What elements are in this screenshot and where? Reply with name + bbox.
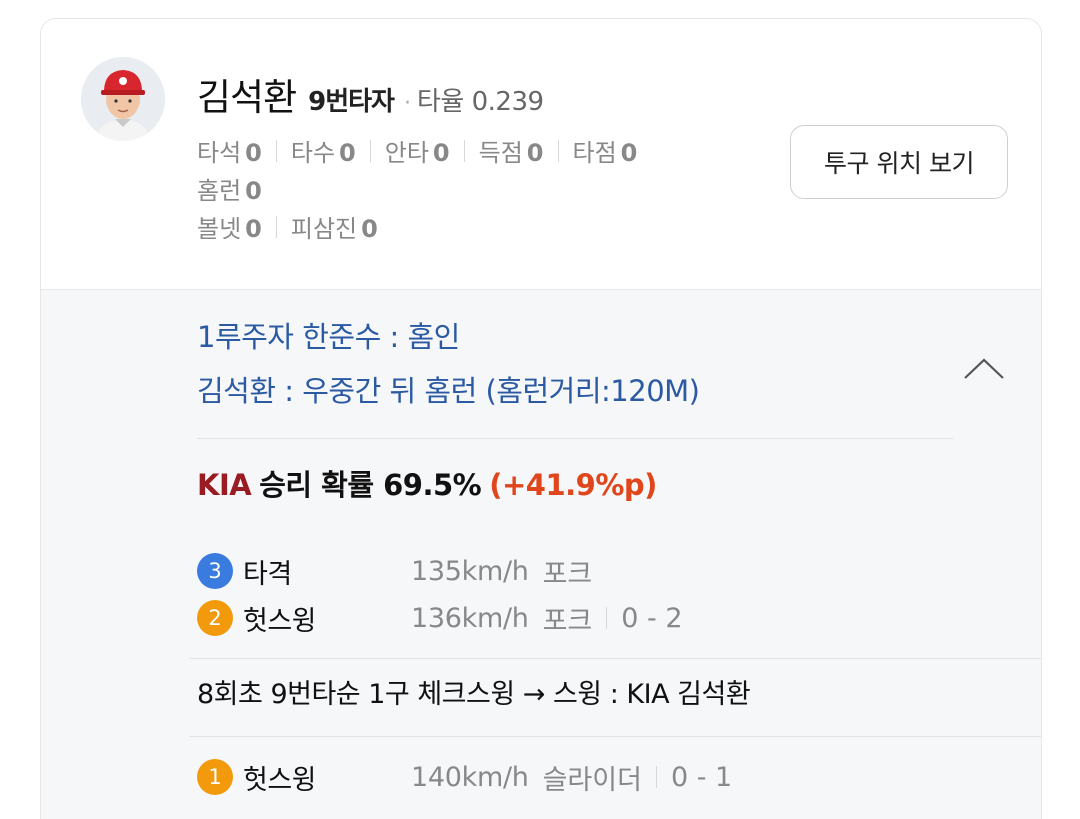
player-card: 김석환 9번타자 · 타율 0.239 타석 0 타수 0 안타 0 득점 0 타점 0 … <box>40 18 1042 819</box>
pitch-location-button[interactable]: 투구 위치 보기 <box>790 125 1008 199</box>
summary-divider <box>197 438 953 439</box>
stat-runs: 득점 0 <box>478 139 544 167</box>
event-divider-top <box>189 658 1041 659</box>
player-header: 김석환 9번타자 · 타율 0.239 타석 0 타수 0 안타 0 득점 0 타점 0 … <box>41 19 1041 289</box>
batting-order: 9번타자 <box>308 87 395 117</box>
play-detail-panel: 1루주자 한준수 : 홈인 김석환 : 우중간 뒤 홈런 (홈런거리:120M)… <box>41 289 1041 819</box>
avg-label: 타율 <box>416 87 464 117</box>
stat-divider <box>369 139 371 162</box>
win-probability: KIA 승리 확률 69.5% (+41.9%p) <box>197 462 657 504</box>
pitch-type: 슬라이더 <box>542 764 642 796</box>
stat-divider <box>275 215 277 238</box>
summary-line-batter: 김석환 : 우중간 뒤 홈런 (홈런거리:120M) <box>197 374 700 408</box>
game-event-text: 8회초 9번타순 1구 체크스윙 → 스윙 : KIA 김석환 <box>197 679 751 710</box>
stat-home-runs: 홈런 0 <box>197 177 262 205</box>
collapse-chevron-up-icon[interactable] <box>959 348 1009 388</box>
separator-dot: · <box>403 91 411 116</box>
pitch-count: 0 - 2 <box>621 602 683 634</box>
pitch-speed: 136km/h <box>411 602 529 634</box>
event-divider-bottom <box>189 736 1041 737</box>
stat-divider <box>557 139 559 162</box>
pitch-type: 포크 <box>542 558 593 590</box>
stat-hits: 안타 0 <box>384 139 450 167</box>
stat-divider <box>275 139 277 162</box>
pitch-result: 헛스윙 <box>243 764 317 796</box>
win-prob-team: KIA <box>197 468 252 502</box>
player-name-line: 김석환 9번타자 · 타율 0.239 <box>197 67 544 121</box>
pitch-count: 0 - 1 <box>670 761 733 793</box>
batting-average: 타율 0.239 <box>417 81 544 118</box>
stats-row-3: 볼넷 0 피삼진 0 <box>197 209 378 244</box>
summary-line-runner: 1루주자 한준수 : 홈인 <box>197 320 460 354</box>
stat-divider <box>463 139 465 162</box>
count-divider <box>606 607 608 629</box>
pitch-row: 3 타격 135km/h 포크 <box>197 548 592 594</box>
avg-value: 0.239 <box>471 87 544 117</box>
stats-row-1: 타석 0 타수 0 안타 0 득점 0 타점 0 <box>197 133 637 168</box>
stat-plate-appearances: 타석 0 <box>197 139 262 167</box>
pitch-row: 1 헛스윙 140km/h 슬라이더 0 - 1 <box>197 754 732 800</box>
play-summary: 1루주자 한준수 : 홈인 김석환 : 우중간 뒤 홈런 (홈런거리:120M) <box>197 314 700 422</box>
pitch-result: 헛스윙 <box>243 605 317 637</box>
pitch-result: 타격 <box>243 558 292 590</box>
player-avatar <box>81 57 165 141</box>
pitch-speed: 140km/h <box>411 761 529 793</box>
stat-at-bats: 타수 0 <box>290 139 356 167</box>
pitch-number-badge: 3 <box>197 553 233 589</box>
pitch-number-badge: 1 <box>197 759 233 795</box>
pitch-number-badge: 2 <box>197 600 233 636</box>
win-prob-text: 승리 확률 69.5% <box>259 468 482 502</box>
stat-rbi: 타점 0 <box>572 139 638 167</box>
pitch-speed: 135km/h <box>411 555 529 587</box>
pitch-type: 포크 <box>542 605 593 637</box>
player-name: 김석환 <box>197 76 297 119</box>
stat-strikeouts: 피삼진 0 <box>290 215 378 243</box>
win-prob-delta: (+41.9%p) <box>489 468 657 502</box>
stats-row-2: 홈런 0 <box>197 171 262 206</box>
count-divider <box>655 766 657 788</box>
pitch-row: 2 헛스윙 136km/h 포크 0 - 2 <box>197 595 683 641</box>
stat-walks: 볼넷 0 <box>197 215 262 243</box>
